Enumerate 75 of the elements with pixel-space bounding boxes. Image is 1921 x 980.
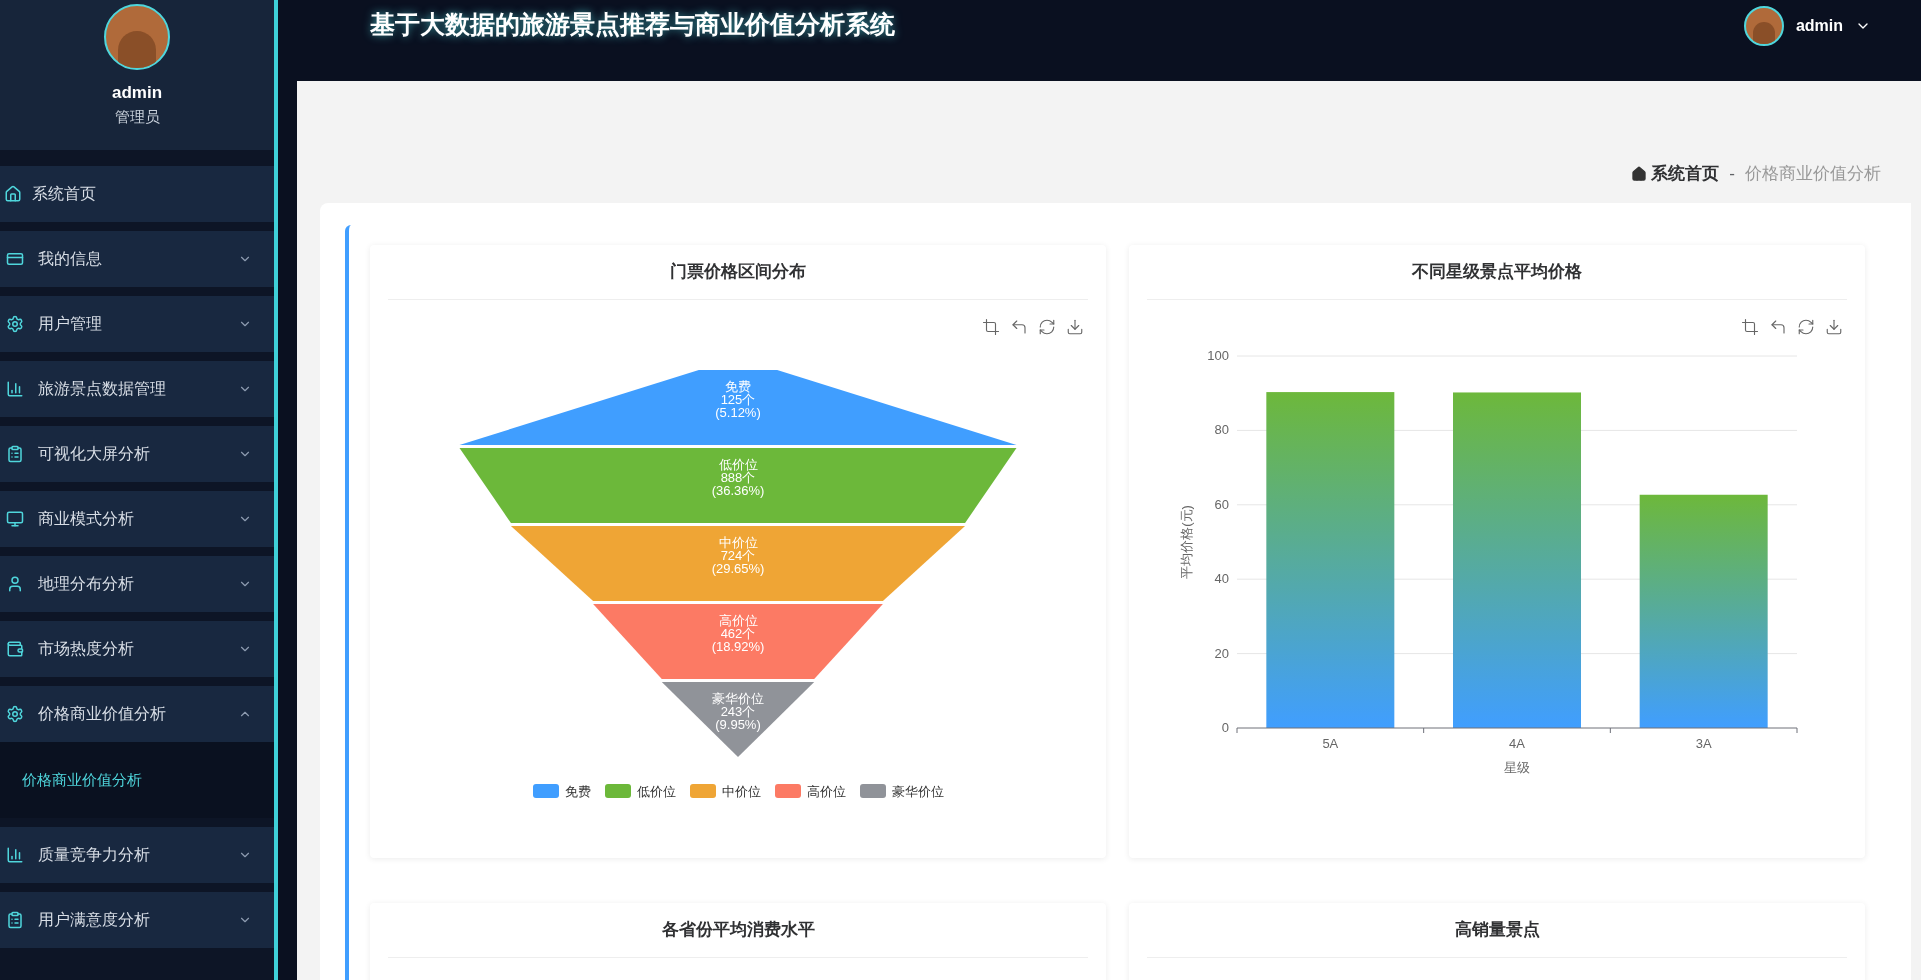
segment-label: 低价位 (718, 456, 758, 471)
y-tick-label: 40 (1214, 570, 1229, 586)
user-menu[interactable]: admin (1743, 6, 1871, 46)
menu-item[interactable]: 我的信息 (0, 231, 274, 287)
app-title: 基于大数据的旅游景点推荐与商业价值分析系统 (370, 9, 895, 40)
menu-item[interactable]: 价格商业价值分析 (0, 686, 274, 742)
menu-item[interactable]: 旅游景点数据管理 (0, 361, 274, 417)
y-tick-label: 0 (1221, 719, 1229, 735)
segment-percent: (18.92%) (711, 638, 765, 653)
menu-item[interactable]: 用户满意度分析 (0, 892, 274, 948)
segment-count: 462个 (720, 625, 756, 640)
settings-icon (6, 315, 24, 333)
y-tick-label: 60 (1214, 496, 1229, 512)
card-title: 不同星级景点平均价格 (1412, 260, 1582, 283)
menu-item[interactable]: 系统首页 (0, 166, 274, 222)
home-icon (1631, 165, 1648, 182)
card-title: 门票价格区间分布 (670, 260, 806, 283)
clipboard-icon (6, 445, 24, 463)
x-tick-label: 5A (1322, 735, 1339, 751)
breadcrumb-link[interactable]: 系统首页 (1651, 161, 1720, 187)
menu-item[interactable]: 商业模式分析 (0, 491, 274, 547)
segment-count: 243个 (720, 703, 756, 718)
menu-item[interactable]: 质量竞争力分析 (0, 827, 274, 883)
y-axis-title: 平均价格(元) (1179, 504, 1194, 579)
y-tick-label: 20 (1214, 645, 1229, 661)
user-name: admin (111, 82, 163, 104)
segment-percent: (36.36%) (711, 482, 765, 497)
breadcrumb-separator: - (1729, 163, 1735, 185)
legend-label[interactable]: 高价位 (806, 781, 846, 801)
menu-item[interactable]: 用户管理 (0, 296, 274, 352)
settings-icon (6, 705, 24, 723)
card-icon (6, 250, 24, 268)
legend-label[interactable]: 豪华价位 (891, 781, 944, 801)
breadcrumb-current: 价格商业价值分析 (1745, 163, 1881, 185)
segment-count: 724个 (720, 547, 756, 562)
y-tick-label: 100 (1207, 347, 1229, 363)
zoom-select-icon[interactable] (1741, 317, 1759, 336)
bar-chart-icon (6, 380, 24, 398)
avatar (1743, 6, 1784, 46)
segment-count: 888个 (720, 469, 756, 484)
user-icon (6, 575, 24, 593)
segment-label: 免费 (725, 378, 751, 393)
zoom-reset-icon[interactable] (1010, 317, 1028, 336)
legend-label[interactable]: 免费 (564, 781, 591, 801)
x-tick-label: 3A (1695, 735, 1712, 751)
segment-percent: (5.12%) (715, 404, 761, 419)
zoom-reset-icon[interactable] (1769, 317, 1787, 336)
home-icon (4, 185, 22, 203)
refresh-icon[interactable] (1038, 317, 1056, 336)
segment-label: 中价位 (718, 534, 758, 549)
legend-label[interactable]: 中价位 (721, 781, 761, 801)
segment-label: 豪华价位 (712, 690, 764, 705)
x-axis-title: 星级 (1504, 759, 1530, 775)
segment-label: 高价位 (718, 612, 758, 627)
card-title: 高销量景点 (1454, 918, 1540, 941)
segment-percent: (29.65%) (711, 560, 765, 575)
clipboard-icon (6, 911, 24, 929)
wallet-icon (6, 640, 24, 658)
segment-percent: (9.95%) (715, 716, 761, 731)
download-icon[interactable] (1066, 317, 1084, 336)
submenu-item[interactable]: 价格商业价值分析 (0, 742, 274, 818)
user-role: 管理员 (114, 106, 160, 127)
segment-count: 125个 (720, 391, 756, 406)
menu-item[interactable]: 可视化大屏分析 (0, 426, 274, 482)
y-tick-label: 80 (1214, 421, 1229, 437)
refresh-icon[interactable] (1797, 317, 1815, 336)
menu-item[interactable]: 市场热度分析 (0, 621, 274, 677)
legend-label[interactable]: 低价位 (636, 781, 676, 801)
bar-chart-icon (6, 846, 24, 864)
monitor-icon (6, 510, 24, 528)
download-icon[interactable] (1825, 317, 1843, 336)
card-title: 各省份平均消费水平 (661, 918, 815, 941)
x-tick-label: 4A (1509, 735, 1525, 751)
menu-item[interactable]: 地理分布分析 (0, 556, 274, 612)
zoom-select-icon[interactable] (982, 317, 1000, 336)
